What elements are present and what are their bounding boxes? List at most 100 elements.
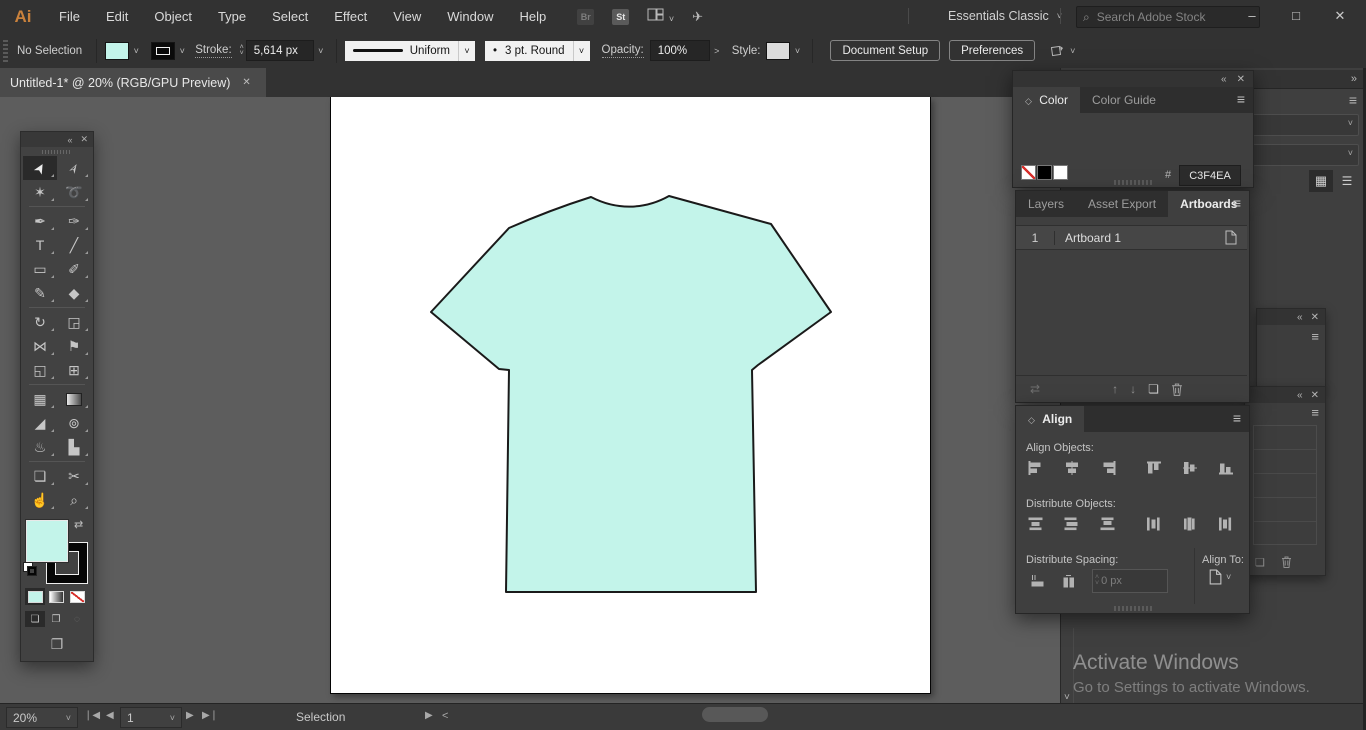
artboard-row[interactable]: 1 Artboard 1 [1016, 225, 1247, 250]
align-left-button[interactable] [1022, 456, 1050, 480]
close-icon[interactable]: ✕ [1237, 74, 1245, 85]
blend-tool[interactable]: ⊚ [57, 411, 91, 435]
paintbrush-tool[interactable]: ✐ [57, 257, 91, 281]
search-input[interactable] [1094, 9, 1229, 25]
collapse-icon[interactable]: « [1297, 390, 1303, 401]
distribute-h-center-button[interactable] [1176, 512, 1204, 536]
close-icon[interactable]: ✕ [1311, 312, 1319, 323]
menu-item-type[interactable]: Type [205, 0, 259, 33]
scale-tool[interactable]: ◲ [57, 310, 91, 334]
puppet-warp-tool[interactable]: ⚑ [57, 334, 91, 358]
direct-selection-tool[interactable]: ➢ [57, 156, 91, 180]
draw-normal-button[interactable]: ❏ [25, 611, 45, 627]
share-icon[interactable]: ✈ [692, 9, 703, 25]
workspace-switcher[interactable]: Essentials Classic [948, 9, 1049, 23]
panel-resize-grip[interactable] [1114, 180, 1152, 185]
rotate-tool[interactable]: ↻ [23, 310, 57, 334]
width-tool[interactable]: ⋈ [23, 334, 57, 358]
menu-item-file[interactable]: File [46, 0, 93, 33]
tab-color-guide[interactable]: Color Guide [1080, 87, 1168, 113]
status-display[interactable]: Selection [296, 710, 345, 724]
style-swatch[interactable] [766, 41, 791, 60]
new-artboard-icon[interactable]: ❏ [1148, 382, 1159, 396]
stroke-weight-chevron[interactable]: ˅ [314, 42, 328, 60]
menu-item-view[interactable]: View [380, 0, 434, 33]
tab-layers[interactable]: Layers [1016, 191, 1076, 217]
first-artboard-icon[interactable]: ❘◀ [84, 710, 100, 721]
trash-icon[interactable] [1281, 556, 1292, 568]
spacing-value-field[interactable]: ˄ ˅ 0 px [1092, 569, 1168, 593]
tshirt-artwork[interactable] [331, 97, 930, 693]
distribute-top-button[interactable] [1022, 512, 1050, 536]
new-item-icon[interactable]: ❏ [1255, 556, 1265, 569]
stroke-color-swatch[interactable] [151, 41, 176, 60]
shaper-tool[interactable]: ✎ [23, 281, 57, 305]
default-fill-stroke-icon[interactable] [23, 562, 37, 576]
menu-item-help[interactable]: Help [506, 0, 559, 33]
gradient-mode-button[interactable] [46, 588, 66, 605]
horizontal-spacing-button[interactable] [1056, 569, 1084, 593]
mesh-tool[interactable]: ▦ [23, 387, 57, 411]
draw-behind-button[interactable]: ❐ [46, 611, 66, 627]
stroke-label[interactable]: Stroke: [195, 44, 232, 58]
opacity-arrow[interactable]: > [710, 42, 724, 60]
perspective-grid-tool[interactable]: ⊞ [57, 358, 91, 382]
dock-chevron-icon[interactable]: ˅ [1064, 692, 1070, 703]
zoom-tool[interactable]: ⌕ [57, 488, 91, 512]
line-segment-tool[interactable]: ╱ [57, 233, 91, 257]
distribute-bottom-button[interactable] [1094, 512, 1122, 536]
grid-view-button[interactable]: ▦ [1309, 170, 1333, 192]
artboard-page-icon[interactable] [1224, 230, 1237, 245]
close-button[interactable]: ✕ [1318, 0, 1362, 31]
none-swatch[interactable] [1021, 165, 1036, 180]
status-arrow-icon[interactable]: ▶ [425, 710, 433, 721]
close-icon[interactable]: ✕ [1311, 390, 1319, 401]
hex-value-field[interactable]: C3F4EA [1179, 165, 1241, 186]
panel-menu-icon[interactable]: ≡ [1349, 92, 1357, 108]
brush-definition-button[interactable]: • 3 pt. Round [485, 40, 573, 61]
controlbar-grip[interactable] [3, 39, 8, 62]
align-to-selector[interactable]: ˅ [1208, 569, 1231, 585]
panel-menu-icon[interactable]: ≡ [1257, 325, 1325, 348]
vertical-spacing-button[interactable] [1024, 569, 1052, 593]
distribute-right-button[interactable] [1212, 512, 1240, 536]
next-artboard-icon[interactable]: ▶ [186, 710, 194, 721]
align-h-center-button[interactable] [1058, 456, 1086, 480]
menu-item-object[interactable]: Object [141, 0, 205, 33]
fill-chevron[interactable]: ˅ [129, 42, 143, 60]
list-view-button[interactable]: ☰ [1337, 172, 1357, 190]
swap-fill-stroke-icon[interactable]: ⇄ [74, 518, 83, 531]
tab-align[interactable]: ◇ Align [1016, 406, 1085, 432]
app-logo[interactable]: Ai [0, 7, 46, 27]
width-profile-button[interactable]: Uniform [344, 40, 459, 61]
magic-wand-tool[interactable]: ✶ [23, 180, 57, 204]
menu-item-edit[interactable]: Edit [93, 0, 141, 33]
rectangle-tool[interactable]: ▭ [23, 257, 57, 281]
menu-item-select[interactable]: Select [259, 0, 321, 33]
move-up-icon[interactable]: ↑ [1112, 382, 1118, 396]
opacity-field[interactable]: 100% [649, 40, 710, 61]
panel-menu-icon[interactable]: ≡ [1233, 195, 1241, 211]
isolate-selected-icon[interactable]: ˅ [1049, 44, 1075, 58]
move-down-icon[interactable]: ↓ [1130, 382, 1136, 396]
panel-collapse-icon[interactable]: ◇ [1028, 415, 1035, 425]
preferences-button[interactable]: Preferences [949, 40, 1036, 61]
tab-asset-export[interactable]: Asset Export [1076, 191, 1168, 217]
black-swatch[interactable] [1037, 165, 1052, 180]
panel-menu-icon[interactable]: ≡ [1237, 91, 1245, 107]
rearrange-artboards-icon[interactable]: ⇄ [1030, 382, 1040, 396]
menu-item-effect[interactable]: Effect [321, 0, 380, 33]
collapse-icon[interactable]: « [67, 135, 72, 145]
stroke-chevron[interactable]: ˅ [175, 42, 189, 60]
panel-collapse-icon[interactable]: ◇ [1025, 96, 1032, 106]
last-artboard-icon[interactable]: ▶❘ [202, 710, 218, 721]
column-graph-tool[interactable]: ▙ [57, 435, 91, 459]
collapse-icon[interactable]: « [1297, 312, 1303, 323]
delete-artboard-icon[interactable] [1171, 383, 1183, 396]
hand-tool[interactable]: ☝ [23, 488, 57, 512]
eraser-tool[interactable]: ◆ [57, 281, 91, 305]
artboard-name[interactable]: Artboard 1 [1055, 231, 1224, 245]
maximize-button[interactable]: □ [1274, 0, 1318, 31]
arrange-documents-icon[interactable]: ˅ [647, 8, 674, 25]
stroke-stepper[interactable]: ˄ ˅ [240, 44, 244, 57]
